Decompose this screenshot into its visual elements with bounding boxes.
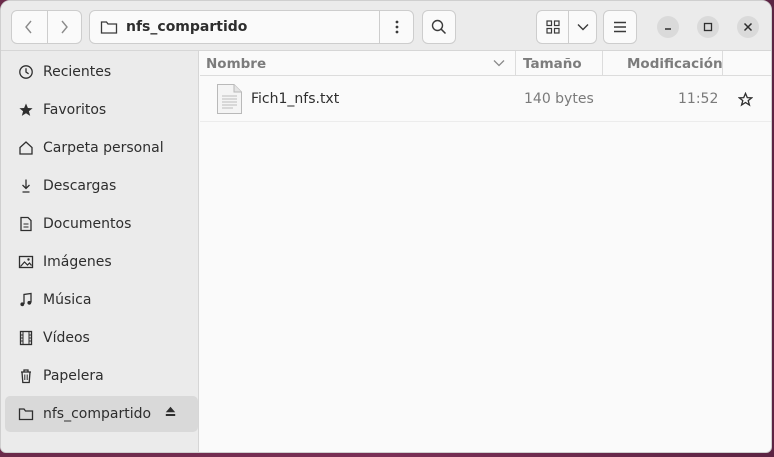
view-options-button[interactable] xyxy=(568,11,596,43)
sidebar-item-nfs-compartido[interactable]: nfs_compartido xyxy=(5,396,198,432)
chevron-right-icon xyxy=(61,20,69,34)
eject-icon[interactable] xyxy=(165,406,176,420)
table-row[interactable]: Fich1_nfs.txt 140 bytes 11:52 xyxy=(200,76,771,122)
sidebar-item-label: nfs_compartido xyxy=(43,406,152,422)
kebab-menu-icon xyxy=(395,20,398,34)
sidebar-item-documentos[interactable]: Documentos xyxy=(5,206,198,242)
sidebar-item-label: Favoritos xyxy=(43,102,107,118)
column-header-name[interactable]: Nombre xyxy=(200,51,516,76)
minimize-button[interactable] xyxy=(657,16,679,38)
star-outline-icon xyxy=(738,91,753,107)
file-manager-window: nfs_compartido Recientes Favoritos Carpe… xyxy=(0,0,772,453)
minimize-icon xyxy=(665,28,671,30)
column-size-label: Tamaño xyxy=(523,55,582,72)
music-icon xyxy=(17,291,35,309)
header-bar: nfs_compartido xyxy=(1,1,771,51)
sidebar-item-label: Carpeta personal xyxy=(43,140,164,156)
column-header-size[interactable]: Tamaño xyxy=(516,51,603,76)
sidebar-item-label: Música xyxy=(43,292,92,308)
sidebar-item-label: Descargas xyxy=(43,178,117,194)
back-button[interactable] xyxy=(12,11,47,43)
search-button[interactable] xyxy=(422,10,456,44)
video-icon xyxy=(17,329,35,347)
trash-icon xyxy=(17,367,35,385)
file-name: Fich1_nfs.txt xyxy=(251,91,340,107)
sort-descending-icon xyxy=(493,60,505,67)
grid-icon xyxy=(546,20,560,34)
close-button[interactable] xyxy=(737,16,759,38)
path-bar: nfs_compartido xyxy=(89,10,414,44)
sidebar-item-carpeta-personal[interactable]: Carpeta personal xyxy=(5,130,198,166)
sidebar-item-label: Documentos xyxy=(43,216,132,232)
sidebar-item-descargas[interactable]: Descargas xyxy=(5,168,198,204)
clock-icon xyxy=(17,63,35,81)
column-header-row: Nombre Tamaño Modificación xyxy=(200,51,771,76)
chevron-left-icon xyxy=(25,20,32,34)
star-icon xyxy=(17,101,35,119)
column-name-label: Nombre xyxy=(206,55,267,72)
folder-icon xyxy=(100,21,118,34)
sidebar-item-favoritos[interactable]: Favoritos xyxy=(5,92,198,128)
column-header-modified[interactable]: Modificación xyxy=(603,51,723,76)
download-icon xyxy=(17,177,35,195)
view-buttons xyxy=(536,10,597,44)
maximize-icon xyxy=(703,22,713,32)
image-icon xyxy=(17,253,35,271)
forward-button[interactable] xyxy=(46,11,82,43)
sidebar-item-imagenes[interactable]: Imágenes xyxy=(5,244,198,280)
sidebar-item-musica[interactable]: Música xyxy=(5,282,198,318)
home-icon xyxy=(17,139,35,157)
sidebar-item-label: Papelera xyxy=(43,368,104,384)
close-icon xyxy=(743,22,753,32)
sidebar-item-papelera[interactable]: Papelera xyxy=(5,358,198,394)
sidebar-item-label: Recientes xyxy=(43,64,112,80)
sidebar-item-label: Imágenes xyxy=(43,254,112,270)
chevron-down-icon xyxy=(577,24,589,31)
sidebar: Recientes Favoritos Carpeta personal Des… xyxy=(1,51,199,452)
file-name-cell: Fich1_nfs.txt xyxy=(216,76,339,122)
file-size: 140 bytes xyxy=(524,91,594,107)
main-menu-button[interactable] xyxy=(603,10,637,44)
star-toggle[interactable] xyxy=(738,76,753,122)
sidebar-item-recientes[interactable]: Recientes xyxy=(5,54,198,90)
document-icon xyxy=(17,215,35,233)
path-label: nfs_compartido xyxy=(126,19,248,35)
sidebar-item-videos[interactable]: Vídeos xyxy=(5,320,198,356)
hamburger-icon xyxy=(614,21,626,33)
sidebar-item-label: Vídeos xyxy=(43,330,90,346)
maximize-button[interactable] xyxy=(697,16,719,38)
path-segment[interactable]: nfs_compartido xyxy=(90,11,379,43)
navigation-buttons xyxy=(11,10,82,44)
file-list-view: Nombre Tamaño Modificación Fich1_nfs.txt… xyxy=(200,51,771,452)
grid-view-button[interactable] xyxy=(537,11,568,43)
folder-icon xyxy=(17,405,35,423)
path-menu-button[interactable] xyxy=(379,11,413,43)
search-icon xyxy=(431,19,447,35)
column-modified-label: Modificación xyxy=(627,55,723,72)
text-file-icon xyxy=(217,84,242,114)
file-modified: 11:52 xyxy=(678,91,719,107)
